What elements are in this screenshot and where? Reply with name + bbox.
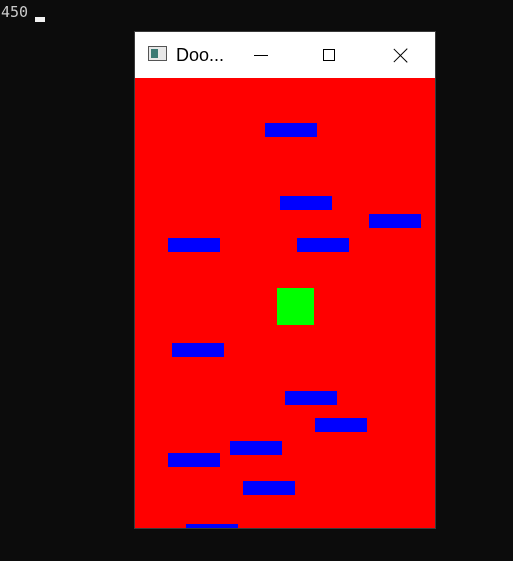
platform [243,481,295,495]
text-cursor [35,17,45,22]
platform [369,214,421,228]
window-title: Doo... [176,45,225,65]
platform [172,343,224,357]
platform [168,238,220,252]
close-button[interactable] [378,32,424,78]
platform [168,453,220,467]
game-window[interactable]: Doo... [135,32,435,528]
platform [297,238,349,252]
player-block [277,288,314,325]
platform [265,123,317,137]
platform [230,441,282,455]
platform [285,391,337,405]
maximize-button[interactable] [306,32,352,78]
console-output: 450 [1,3,29,21]
maximize-icon [323,49,335,61]
platform [315,418,367,432]
platform [186,524,238,528]
close-icon [393,47,409,63]
app-window-icon[interactable] [148,46,167,61]
game-playfield[interactable] [135,78,435,528]
platform [280,196,332,210]
title-bar[interactable]: Doo... [135,32,435,78]
minimize-icon [254,54,268,56]
minimize-button[interactable] [238,32,284,78]
